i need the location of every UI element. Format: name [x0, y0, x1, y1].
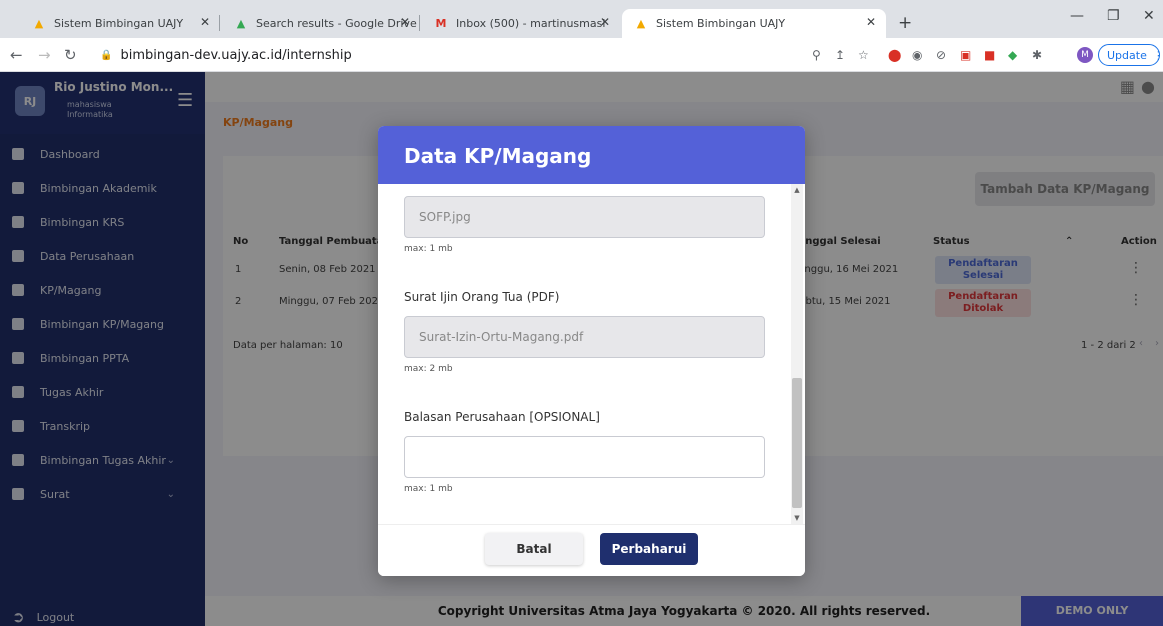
uajy-icon: ▲ [34, 17, 44, 30]
lock-icon: 🔒 [100, 49, 113, 61]
field-label: Balasan Perusahaan [OPSIONAL] [404, 410, 600, 424]
scrollbar-thumb[interactable] [792, 378, 802, 508]
browser-tab[interactable]: ▲ Search results - Google Drive ✕ [222, 9, 420, 38]
reload-icon[interactable]: ↻ [64, 46, 77, 64]
tab-separator [419, 15, 420, 31]
modal-footer: Batal Perbaharui [378, 524, 805, 576]
close-icon[interactable]: ✕ [600, 15, 610, 29]
file-size-hint: max: 1 mb [404, 244, 453, 254]
share-icon[interactable]: ↥ [835, 48, 845, 62]
google-drive-icon: ▲ [236, 17, 246, 30]
scroll-down-icon[interactable]: ▼ [791, 512, 803, 524]
block-icon[interactable]: ⊘ [936, 48, 946, 62]
puzzle-icon[interactable]: ✱ [1032, 48, 1042, 62]
adblock-icon[interactable]: ⬤ [888, 48, 901, 62]
key-icon[interactable]: ⚲ [812, 48, 821, 62]
modal-header: Data KP/Magang [378, 126, 805, 184]
new-tab-icon[interactable]: + [898, 13, 912, 33]
file-input-parent-permission[interactable]: Surat-Izin-Ortu-Magang.pdf [404, 316, 765, 358]
file-input-sofp[interactable]: SOFP.jpg [404, 196, 765, 238]
browser-tab[interactable]: M Inbox (500) - martinusmaslim122 ✕ [422, 9, 620, 38]
pdf-icon[interactable]: ■ [984, 48, 995, 62]
update-button[interactable]: Update ⋮ [1098, 44, 1163, 66]
tab-title: Search results - Google Drive [256, 17, 417, 30]
close-icon[interactable]: ✕ [400, 15, 410, 29]
browser-tab[interactable]: ▲ Sistem Bimbingan UAJY ✕ [20, 9, 220, 38]
camera-icon[interactable]: ◉ [912, 48, 922, 62]
tab-separator [219, 15, 220, 31]
file-size-hint: max: 1 mb [404, 484, 453, 494]
scroll-up-icon[interactable]: ▲ [791, 184, 803, 196]
window-close-icon[interactable]: ✕ [1143, 8, 1155, 24]
field-label: Surat Ijin Orang Tua (PDF) [404, 290, 560, 304]
close-icon[interactable]: ✕ [866, 15, 876, 29]
update-submit-button[interactable]: Perbaharui [600, 533, 698, 565]
bookmark-star-icon[interactable]: ☆ [858, 48, 869, 62]
minimize-icon[interactable]: — [1070, 8, 1084, 24]
uajy-icon: ▲ [636, 17, 646, 30]
modal-body: SOFP.jpg max: 1 mb Surat Ijin Orang Tua … [378, 184, 805, 524]
extension-icon[interactable]: ◆ [1008, 48, 1017, 62]
update-label: Update [1107, 48, 1147, 62]
browser-tab-bar: ▲ Sistem Bimbingan UAJY ✕ ▲ Search resul… [0, 0, 1163, 38]
file-input-value: Surat-Izin-Ortu-Magang.pdf [419, 330, 584, 344]
file-size-hint: max: 2 mb [404, 364, 453, 374]
url-text: bimbingan-dev.uajy.ac.id/internship [120, 47, 352, 63]
internship-modal: Data KP/Magang SOFP.jpg max: 1 mb Surat … [378, 126, 805, 576]
url-field[interactable]: 🔒 bimbingan-dev.uajy.ac.id/internship [100, 42, 880, 68]
modal-title: Data KP/Magang [404, 144, 592, 168]
address-bar-row: ← → ↻ 🔒 bimbingan-dev.uajy.ac.id/interns… [0, 38, 1163, 72]
file-input-company-reply[interactable] [404, 436, 765, 478]
close-icon[interactable]: ✕ [200, 15, 210, 29]
gmail-icon: M [435, 17, 447, 30]
file-input-value: SOFP.jpg [419, 210, 471, 224]
cancel-button[interactable]: Batal [485, 533, 583, 565]
more-icon[interactable]: ⋮ [1153, 49, 1163, 62]
maximize-icon[interactable]: ❐ [1107, 8, 1120, 24]
browser-tab-active[interactable]: ▲ Sistem Bimbingan UAJY ✕ [622, 9, 886, 38]
tab-title: Sistem Bimbingan UAJY [54, 17, 184, 30]
cast-icon[interactable]: ▣ [960, 48, 971, 62]
forward-icon[interactable]: → [38, 46, 51, 64]
profile-avatar[interactable]: M [1077, 47, 1093, 63]
tab-title: Sistem Bimbingan UAJY [656, 17, 786, 30]
tab-title: Inbox (500) - martinusmaslim122 [456, 17, 606, 30]
back-icon[interactable]: ← [10, 46, 23, 64]
